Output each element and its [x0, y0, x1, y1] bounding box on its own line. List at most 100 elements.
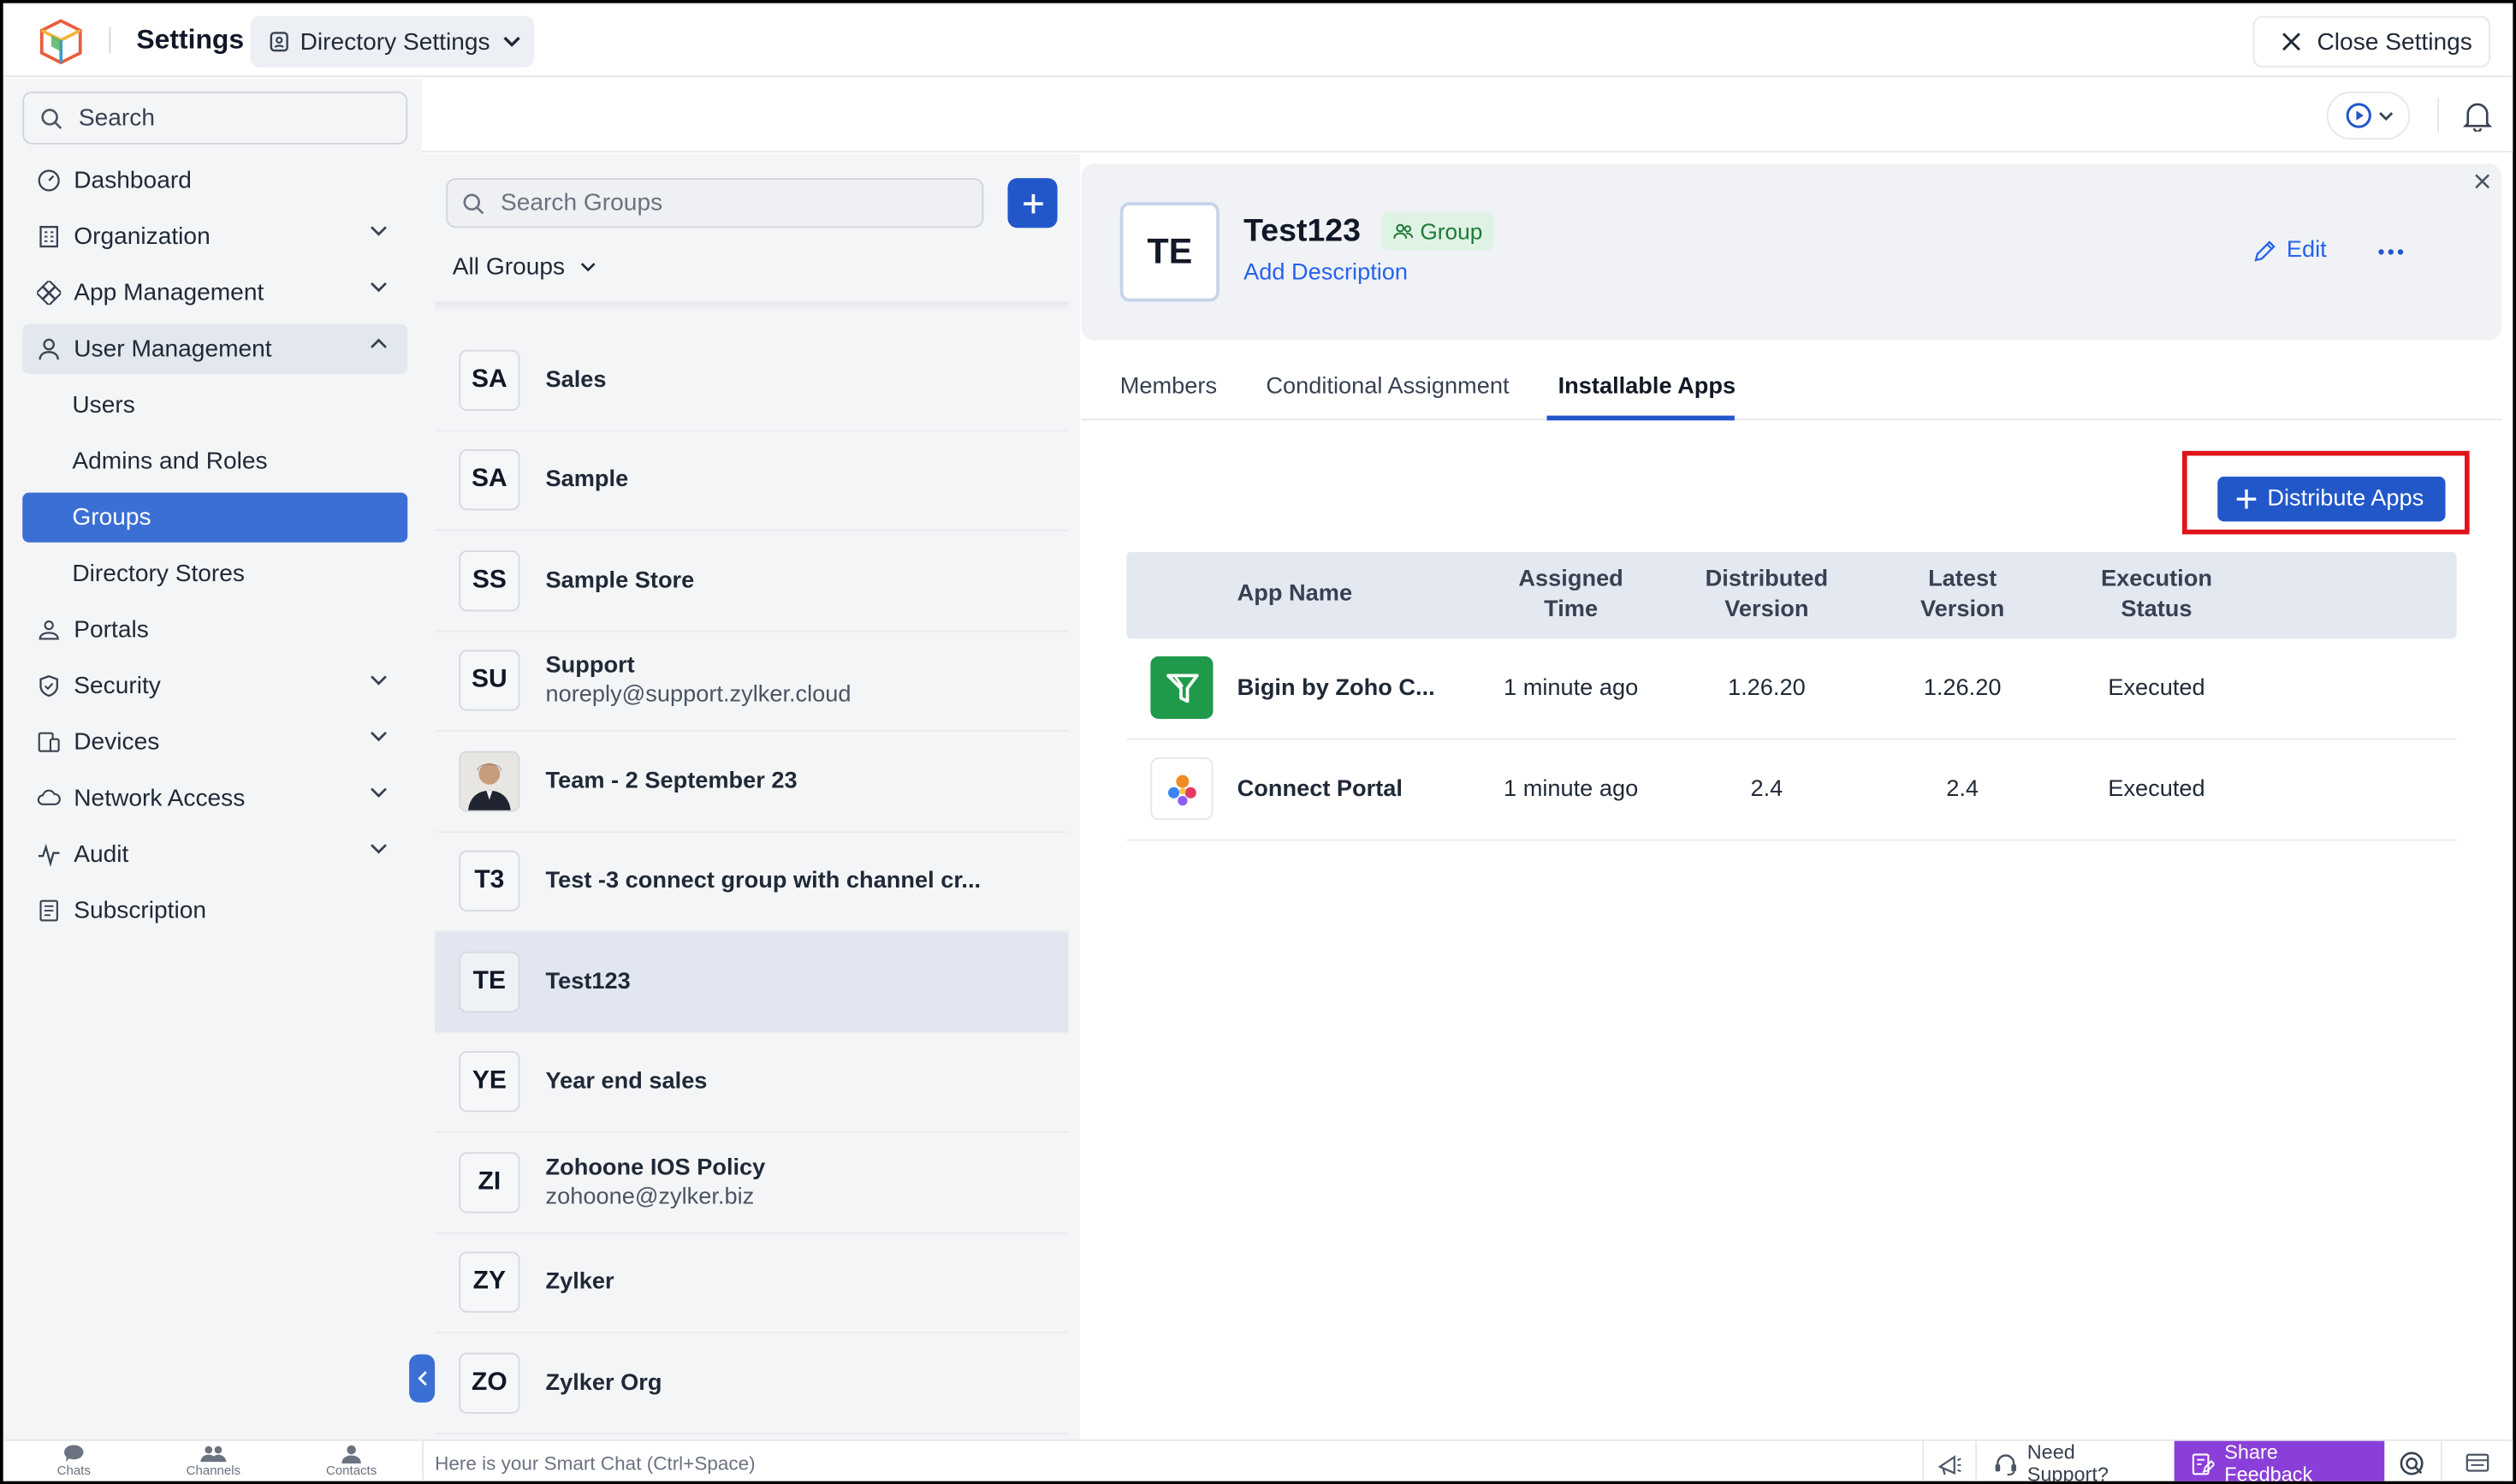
- close-icon[interactable]: [2471, 170, 2494, 193]
- sidebar-item-label: App Management: [74, 279, 264, 307]
- list-item[interactable]: SA Sample: [435, 430, 1069, 531]
- group-name: Test -3 connect group with channel cr...: [545, 868, 982, 894]
- sidebar-item-audit[interactable]: Audit: [22, 829, 407, 879]
- smart-chat-input[interactable]: Here is your Smart Chat (Ctrl+Space): [422, 1440, 1922, 1481]
- chats-button[interactable]: Chats: [26, 1445, 122, 1478]
- channels-label: Channels: [186, 1463, 241, 1478]
- column-header-assigned-time: Assigned Time: [1491, 565, 1652, 626]
- sidebar-item-users[interactable]: Users: [22, 380, 407, 430]
- chevron-left-icon: [417, 1370, 428, 1386]
- contacts-label: Contacts: [326, 1463, 377, 1478]
- sidebar-item-app-management[interactable]: App Management: [22, 268, 407, 318]
- bottom-bar-actions: Need Support? Share Feedback: [1922, 1440, 2513, 1484]
- distribute-apps-button[interactable]: Distribute Apps: [2217, 476, 2446, 522]
- group-avatar: SA: [459, 349, 520, 411]
- sidebar-item-directory-stores[interactable]: Directory Stores: [22, 549, 407, 598]
- group-avatar-large: TE: [1119, 202, 1219, 302]
- bigin-app-icon: [1150, 656, 1213, 719]
- group-search-input[interactable]: Search Groups: [446, 178, 984, 229]
- search-icon: [40, 107, 62, 129]
- sidebar-item-admins-and-roles[interactable]: Admins and Roles: [22, 436, 407, 486]
- list-item-selected[interactable]: TE Test123: [435, 932, 1069, 1033]
- list-item[interactable]: SS Sample Store: [435, 531, 1069, 632]
- group-type-badge: Group: [1381, 211, 1494, 251]
- distributed-version-cell: 1.26.20: [1727, 675, 1806, 702]
- app-management-icon: [35, 280, 61, 306]
- search-placeholder: Search Groups: [501, 189, 663, 217]
- list-item[interactable]: ZO Zylker Org: [435, 1333, 1069, 1434]
- close-settings-label: Close Settings: [2317, 27, 2472, 56]
- sidebar-item-portals[interactable]: Portals: [22, 605, 407, 655]
- share-feedback-button[interactable]: Share Feedback: [2175, 1440, 2384, 1481]
- subscription-icon: [35, 898, 61, 923]
- audit-icon: [35, 841, 61, 867]
- sidebar-item-label: Network Access: [74, 784, 246, 812]
- sidebar-item-devices[interactable]: Devices: [22, 717, 407, 767]
- sidebar-item-user-management[interactable]: User Management: [22, 324, 408, 374]
- assigned-time-cell: 1 minute ago: [1504, 675, 1639, 702]
- edit-button[interactable]: Edit: [2253, 238, 2327, 264]
- table-row[interactable]: Bigin by Zoho C... 1 minute ago 1.26.20 …: [1126, 638, 2457, 740]
- group-avatar: SS: [459, 549, 520, 611]
- sidebar-search-input[interactable]: Search: [22, 91, 408, 145]
- need-support-label: Need Support?: [2026, 1440, 2109, 1484]
- chat-window-icon[interactable]: [2440, 1440, 2513, 1481]
- group-avatar: SU: [459, 650, 520, 712]
- directory-settings-dropdown[interactable]: Directory Settings: [250, 15, 535, 68]
- announcement-icon[interactable]: [1922, 1440, 1975, 1481]
- chevron-down-icon: [369, 730, 389, 743]
- need-support-button[interactable]: Need Support?: [1975, 1440, 2175, 1484]
- distributed-version-cell: 2.4: [1750, 776, 1783, 803]
- group-filter-dropdown[interactable]: All Groups: [453, 253, 597, 281]
- list-item[interactable]: T3 Test -3 connect group with channel cr…: [435, 832, 1069, 933]
- list-item[interactable]: ZI Zohoone IOS Policy zohoone@zylker.biz: [435, 1133, 1069, 1233]
- execution-status-cell: Executed: [2108, 675, 2205, 702]
- organization-icon: [35, 224, 61, 250]
- add-description-link[interactable]: Add Description: [1243, 260, 1408, 286]
- sidebar: Search Dashboard Organization App Manage…: [3, 78, 423, 1439]
- close-settings-button[interactable]: Close Settings: [2252, 15, 2490, 68]
- group-name: Sample: [545, 467, 629, 494]
- collapse-sidebar-button[interactable]: [409, 1354, 436, 1403]
- sidebar-item-security[interactable]: Security: [22, 662, 407, 711]
- tab-conditional-assignment[interactable]: Conditional Assignment: [1266, 374, 1509, 400]
- content-header: [422, 78, 2513, 153]
- more-options-icon[interactable]: [2375, 236, 2407, 269]
- divider: [2437, 98, 2439, 134]
- latest-version-cell: 1.26.20: [1923, 675, 2002, 702]
- channels-button[interactable]: Channels: [165, 1445, 262, 1478]
- group-type-label: Group: [1420, 218, 1483, 244]
- bell-icon[interactable]: [2463, 99, 2492, 132]
- dashboard-icon: [35, 168, 61, 193]
- group-name: Sales: [545, 366, 607, 393]
- execution-status-cell: Executed: [2108, 776, 2205, 803]
- distribute-apps-label: Distribute Apps: [2267, 486, 2424, 513]
- sidebar-item-dashboard[interactable]: Dashboard: [22, 156, 407, 205]
- list-item[interactable]: SU Support noreply@support.zylker.cloud: [435, 632, 1069, 732]
- installable-apps-table: App Name Assigned Time Distributed Versi…: [1126, 552, 2457, 841]
- chevron-down-icon: [369, 674, 389, 687]
- sidebar-item-groups[interactable]: Groups: [22, 492, 408, 543]
- chevron-down-icon: [369, 225, 389, 238]
- sidebar-item-organization[interactable]: Organization: [22, 212, 407, 262]
- sidebar-item-network-access[interactable]: Network Access: [22, 774, 407, 823]
- add-group-button[interactable]: [1007, 178, 1058, 229]
- group-list: SA Sales SA Sample SS Sample Store SU Su…: [435, 330, 1069, 1439]
- groups-list-pane: Search Groups All Groups SA Sales SA Sam…: [422, 154, 1080, 1439]
- tab-members[interactable]: Members: [1120, 374, 1217, 400]
- assistant-dropdown[interactable]: [2326, 91, 2411, 140]
- table-row[interactable]: Connect Portal 1 minute ago 2.4 2.4 Exec…: [1126, 739, 2457, 841]
- tab-installable-apps[interactable]: Installable Apps: [1558, 374, 1736, 400]
- sidebar-item-label: Organization: [74, 223, 211, 251]
- list-item[interactable]: Team - 2 September 23: [435, 732, 1069, 833]
- list-item[interactable]: SA Sales: [435, 330, 1069, 431]
- active-tab-indicator: [1546, 415, 1735, 421]
- list-item[interactable]: YE Year end sales: [435, 1033, 1069, 1133]
- sidebar-item-subscription[interactable]: Subscription: [22, 886, 407, 935]
- list-item[interactable]: ZY Zylker: [435, 1233, 1069, 1334]
- contacts-button[interactable]: Contacts: [303, 1445, 400, 1478]
- sidebar-item-label: Users: [72, 391, 135, 419]
- column-header-execution-status: Execution Status: [2076, 565, 2237, 626]
- zia-search-icon[interactable]: [2384, 1441, 2441, 1481]
- group-name: Test123: [545, 969, 631, 995]
